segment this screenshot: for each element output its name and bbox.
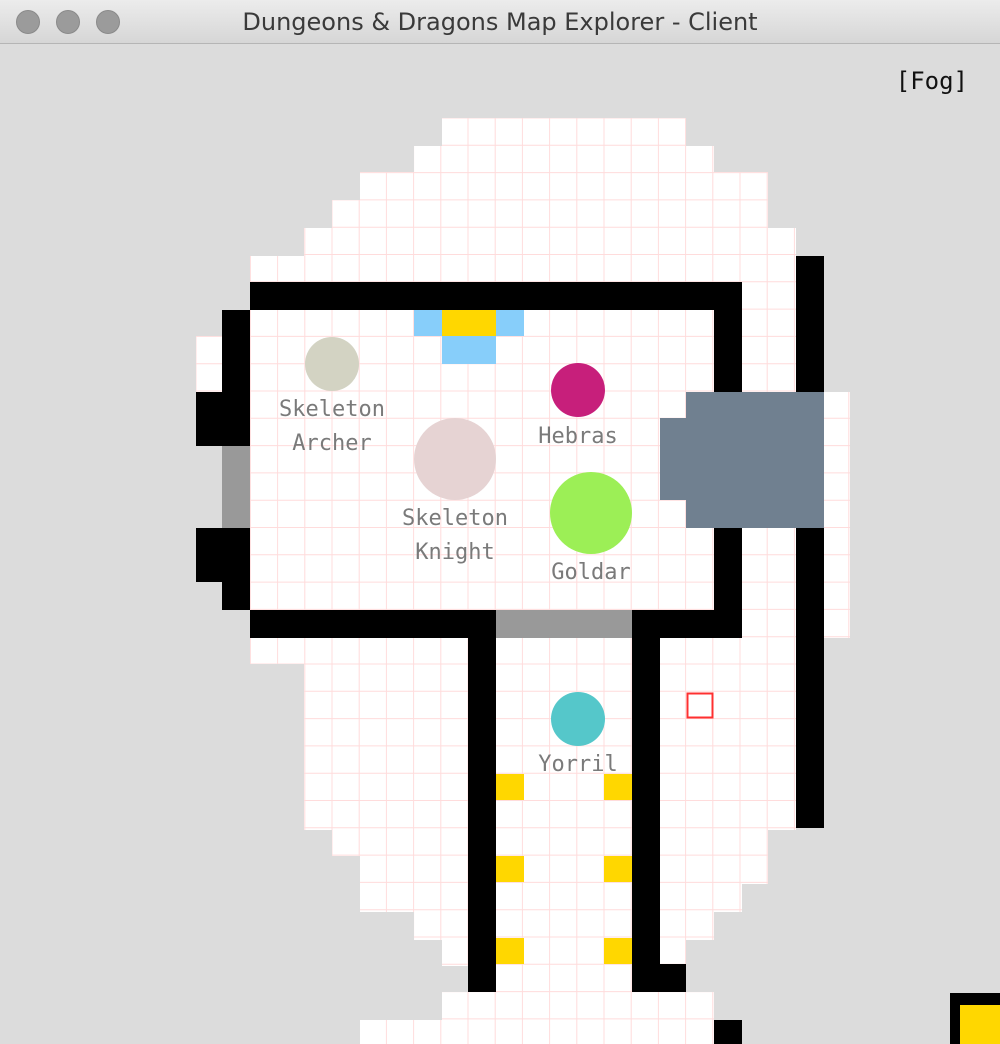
floor-tile (414, 912, 714, 940)
wall-segment (196, 392, 250, 446)
wall-segment (632, 638, 660, 964)
wall-segment (714, 310, 742, 392)
floor-tile (360, 856, 768, 884)
water-tile (414, 310, 442, 336)
token-label: Archer (292, 431, 371, 456)
treasure-tile (604, 856, 632, 882)
floor-tile (442, 118, 686, 146)
treasure-tile (496, 774, 524, 800)
floor-tile (360, 172, 768, 200)
wall-segment (632, 964, 686, 992)
water-tile (442, 336, 496, 364)
treasure-tile (496, 938, 524, 964)
token-marker[interactable] (550, 472, 632, 554)
token-marker[interactable] (551, 692, 605, 746)
wall-segment (222, 310, 250, 392)
wall-segment (250, 610, 496, 638)
floor-tile (442, 992, 714, 1020)
token-label: Knight (415, 540, 494, 565)
window-title: Dungeons & Dragons Map Explorer - Client (242, 8, 758, 36)
token-goldar[interactable]: Goldar (550, 472, 632, 585)
treasure-tile (496, 856, 524, 882)
door-west (222, 446, 250, 528)
treasure-tile (604, 938, 632, 964)
wall-segment (250, 282, 742, 310)
fog-toggle[interactable]: [Fog] (896, 67, 968, 95)
window-titlebar: Dungeons & Dragons Map Explorer - Client (0, 0, 1000, 44)
wall-segment (714, 1020, 742, 1044)
wall-segment (714, 528, 742, 610)
floor-tile (222, 582, 850, 610)
treasure-tile (960, 1005, 1000, 1044)
wall-segment (196, 528, 250, 582)
door-south (496, 610, 632, 638)
wall-segment (796, 528, 824, 828)
wall-segment (632, 610, 742, 638)
token-label: Hebras (538, 424, 617, 449)
dungeon-map[interactable]: Skeleton Archer Hebras Skeleton Knight Goldar… (0, 44, 1000, 1044)
statue-block (686, 392, 824, 528)
wall-segment (468, 638, 496, 992)
treasure-tile (604, 774, 632, 800)
floor-tile (414, 146, 714, 172)
token-marker[interactable] (551, 363, 605, 417)
floor-tile (360, 1020, 742, 1044)
floor-layer (196, 118, 850, 1044)
token-marker[interactable] (414, 418, 496, 500)
token-marker[interactable] (305, 337, 359, 391)
token-label: Skeleton (402, 506, 508, 531)
wall-segment (796, 256, 824, 392)
water-tile (496, 310, 524, 336)
token-label: Yorril (538, 752, 617, 777)
floor-tile (360, 884, 742, 912)
wall-segment (222, 582, 250, 610)
treasure-tile (442, 310, 496, 336)
token-label: Skeleton (279, 397, 385, 422)
statue-block (660, 418, 686, 500)
token-label: Goldar (551, 560, 630, 585)
